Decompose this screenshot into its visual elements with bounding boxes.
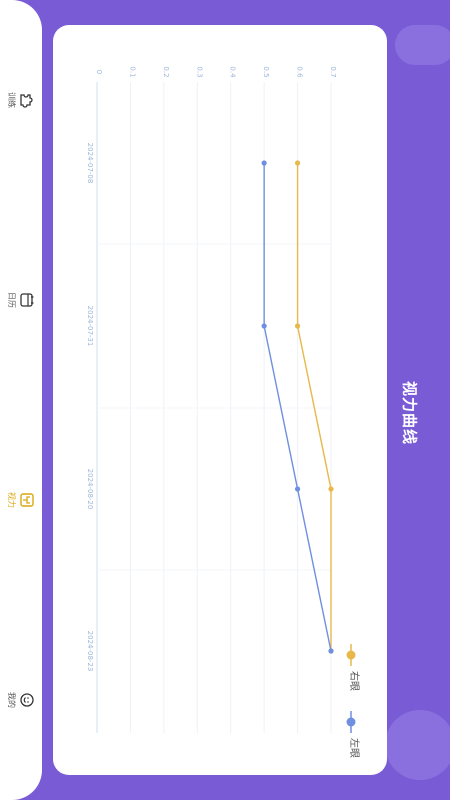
page-title: 视力曲线 bbox=[400, 380, 419, 446]
y-tick-label: 0.2 bbox=[162, 66, 170, 77]
data-point bbox=[294, 323, 301, 329]
y-tick-label: 0.7 bbox=[329, 66, 337, 77]
data-point bbox=[328, 486, 334, 492]
x-tick-label: 2024-08-20 bbox=[86, 469, 94, 510]
x-tick-label: 2024-07-31 bbox=[86, 306, 94, 347]
legend-label: 左眼 bbox=[348, 738, 361, 758]
vision-chart: 0 0.1 0.2 0.3 0.4 0.5 0.6 0.7 2024-07-08 2024-07-… bbox=[86, 66, 361, 758]
y-tick-label: 0.6 bbox=[296, 66, 304, 78]
series-line bbox=[296, 163, 332, 651]
y-tick-label: 0.4 bbox=[229, 66, 237, 78]
y-tick-label: 0.1 bbox=[128, 66, 136, 77]
data-point bbox=[328, 648, 334, 654]
data-point bbox=[261, 160, 267, 166]
data-point bbox=[294, 486, 301, 492]
y-tick-label: 0.3 bbox=[195, 66, 203, 77]
data-point bbox=[294, 160, 301, 166]
x-tick-label: 2024-08-23 bbox=[86, 631, 94, 672]
legend-marker bbox=[346, 717, 356, 727]
data-point bbox=[261, 323, 267, 329]
y-tick-label: 0 bbox=[95, 70, 103, 74]
y-tick-label: 0.5 bbox=[262, 66, 270, 77]
legend-marker bbox=[346, 650, 356, 660]
screen: 训练 日历 视力 我的 0 0.1 0.2 0.3 0.4 0.5 0.6 0.… bbox=[0, 0, 450, 800]
legend-label: 右眼 bbox=[348, 671, 361, 691]
x-tick-label: 2024-07-08 bbox=[86, 143, 94, 184]
